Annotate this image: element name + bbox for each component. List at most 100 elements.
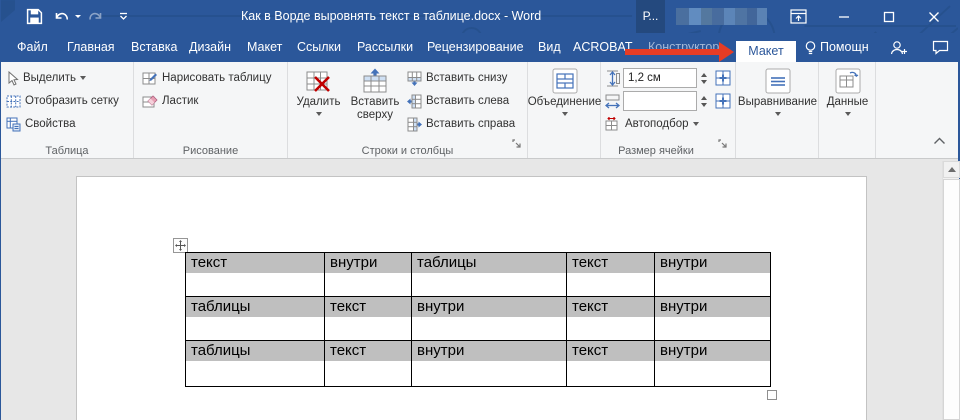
insert-left-button[interactable]: Вставить слева: [407, 90, 515, 112]
collapse-ribbon-button[interactable]: [933, 132, 946, 150]
table-cell[interactable]: текст: [567, 341, 655, 387]
view-gridlines-icon: [6, 94, 21, 109]
undo-button[interactable]: [49, 0, 75, 33]
group-label-table: Таблица: [1, 145, 133, 157]
minimize-button[interactable]: [827, 0, 861, 33]
table-cell[interactable]: внутри: [325, 253, 412, 297]
insert-below-icon: [407, 71, 422, 86]
customize-qat-button[interactable]: [113, 0, 133, 33]
data-button[interactable]: Данные: [819, 62, 876, 138]
customize-qat-icon: [119, 12, 128, 21]
table-cell[interactable]: внутри: [412, 297, 567, 341]
tab-design[interactable]: Дизайн: [189, 33, 231, 62]
column-width-increase[interactable]: [701, 96, 707, 100]
table-cell[interactable]: внутри: [412, 341, 567, 387]
maximize-button[interactable]: [872, 0, 906, 33]
user-badge[interactable]: Р...: [636, 0, 665, 33]
tab-home[interactable]: Главная: [67, 33, 115, 62]
table-row: таблицы текст внутри текст внутри: [186, 297, 771, 341]
scrollbar-thumb[interactable]: [943, 179, 960, 420]
column-width-input[interactable]: [623, 91, 697, 111]
properties-button[interactable]: Свойства: [6, 113, 119, 135]
ribbon-tab-bar: Файл Главная Вставка Дизайн Макет Ссылки…: [1, 33, 958, 62]
row-height-decrease[interactable]: [701, 80, 707, 84]
distribute-columns-icon[interactable]: [714, 93, 732, 110]
properties-icon: [6, 117, 21, 132]
column-width-icon: [605, 93, 620, 110]
maximize-icon: [883, 11, 895, 23]
tab-review[interactable]: Рецензирование: [427, 33, 524, 62]
eraser-button[interactable]: Ластик: [142, 90, 271, 112]
ribbon-display-options-button[interactable]: [781, 0, 815, 33]
properties-label: Свойства: [25, 118, 76, 130]
redo-icon: [88, 9, 104, 25]
table-cell[interactable]: внутри: [655, 297, 771, 341]
table-cell[interactable]: текст: [325, 341, 412, 387]
select-button[interactable]: Выделить: [6, 67, 119, 89]
insert-left-icon: [407, 94, 422, 109]
tab-acrobat[interactable]: ACROBAT: [573, 33, 633, 62]
vertical-scrollbar[interactable]: [942, 161, 959, 420]
word-window: Как в Ворде выровнять текст в таблице.do…: [0, 0, 960, 420]
table-resize-handle[interactable]: [767, 390, 777, 400]
table-move-handle[interactable]: [173, 238, 188, 253]
tab-file[interactable]: Файл: [17, 33, 48, 62]
document-table[interactable]: текст внутри таблицы текст внутри таблиц…: [185, 252, 771, 387]
table-cell[interactable]: текст: [567, 297, 655, 341]
table-cell[interactable]: текст: [567, 253, 655, 297]
column-width-decrease[interactable]: [701, 103, 707, 107]
tab-insert[interactable]: Вставка: [131, 33, 177, 62]
autofit-button[interactable]: Автоподбор: [605, 113, 732, 135]
alignment-icon: [765, 68, 791, 94]
tab-references[interactable]: Ссылки: [297, 33, 341, 62]
merge-button[interactable]: Объединение: [528, 62, 601, 138]
table-cell[interactable]: таблицы: [412, 253, 567, 297]
share-contact-button[interactable]: [885, 33, 911, 62]
row-height-increase[interactable]: [701, 73, 707, 77]
close-button[interactable]: [917, 0, 951, 33]
insert-above-button[interactable]: Вставитьсверху: [346, 62, 404, 138]
undo-dropdown[interactable]: [73, 0, 83, 33]
draw-table-icon: [142, 71, 158, 86]
insert-right-label: Вставить справа: [426, 118, 515, 130]
tell-me-label[interactable]: Помощн: [820, 33, 869, 62]
move-cross-icon: [175, 240, 186, 251]
tab-mailings[interactable]: Рассылки: [357, 33, 413, 62]
group-alignment: Выравнивание .: [736, 62, 819, 158]
draw-table-label: Нарисовать таблицу: [162, 72, 271, 84]
tab-table-layout-active[interactable]: Макет: [736, 41, 796, 62]
tab-layout[interactable]: Макет: [247, 33, 282, 62]
group-data: Данные .: [819, 62, 876, 158]
view-gridlines-button[interactable]: Отобразить сетку: [6, 90, 119, 112]
view-gridlines-label: Отобразить сетку: [25, 95, 119, 107]
row-height-input[interactable]: 1,2 см: [623, 68, 697, 88]
table-cell[interactable]: таблицы: [186, 341, 325, 387]
table-cell[interactable]: текст: [325, 297, 412, 341]
insert-above-label-2: сверху: [357, 109, 393, 121]
person-add-icon: [889, 40, 908, 56]
alignment-button[interactable]: Выравнивание: [736, 62, 819, 138]
cell-size-dialog-launcher[interactable]: [718, 136, 728, 154]
redo-button[interactable]: [83, 0, 109, 33]
autofit-label: Автоподбор: [625, 118, 689, 130]
insert-right-button[interactable]: Вставить справа: [407, 113, 515, 135]
comments-button[interactable]: [927, 33, 953, 62]
window-title: Как в Ворде выровнять текст в таблице.do…: [241, 0, 541, 33]
merge-cells-icon: [552, 68, 578, 94]
draw-table-button[interactable]: Нарисовать таблицу: [142, 67, 271, 89]
group-rows-columns: Удалить Вставитьсверху: [288, 62, 528, 158]
table-cell[interactable]: таблицы: [186, 297, 325, 341]
scroll-up-button[interactable]: [943, 161, 960, 178]
close-icon: [928, 11, 940, 23]
group-label-rows-columns: Строки и столбцы: [288, 145, 527, 157]
table-cell[interactable]: внутри: [655, 253, 771, 297]
distribute-rows-icon[interactable]: [714, 70, 732, 87]
table-cell[interactable]: текст: [186, 253, 325, 297]
save-button[interactable]: [20, 0, 48, 33]
comment-icon: [932, 40, 949, 55]
delete-button[interactable]: Удалить: [291, 62, 346, 138]
insert-below-button[interactable]: Вставить снизу: [407, 67, 515, 89]
tab-view[interactable]: Вид: [538, 33, 561, 62]
table-cell[interactable]: внутри: [655, 341, 771, 387]
rows-columns-dialog-launcher[interactable]: [512, 136, 522, 154]
